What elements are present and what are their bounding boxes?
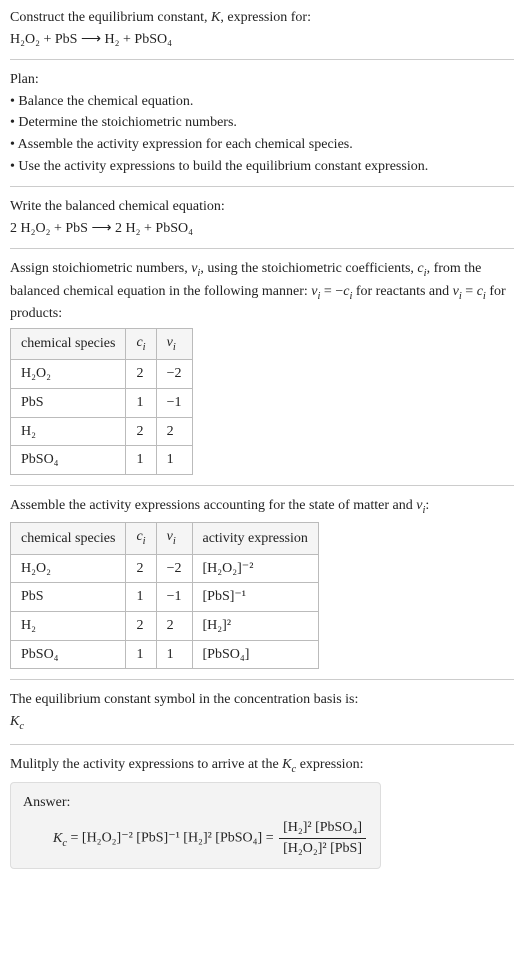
cell: [PbSO₄] xyxy=(192,640,318,669)
plan-item: • Use the activity expressions to build … xyxy=(10,157,514,177)
cell: [PbS]⁻¹ xyxy=(192,583,318,612)
cell: PbS xyxy=(11,583,126,612)
kc-symbol: Kc xyxy=(10,712,514,734)
activity-intro: Assemble the activity expressions accoun… xyxy=(10,496,514,518)
cell: −2 xyxy=(156,360,192,389)
cell: H₂ xyxy=(11,417,126,446)
answer-box: Answer: Kc = [H₂O₂]⁻² [PbS]⁻¹ [H₂]² [PbS… xyxy=(10,782,381,870)
divider xyxy=(10,186,514,187)
plan-heading: Plan: xyxy=(10,70,514,90)
table-header: chemical species xyxy=(11,328,126,359)
cell: PbS xyxy=(11,388,126,417)
plan-item: • Balance the chemical equation. xyxy=(10,92,514,112)
cell: H₂ xyxy=(11,611,126,640)
cell: 1 xyxy=(156,640,192,669)
table-row: PbS 1 −1 xyxy=(11,388,193,417)
cell: [H₂]² xyxy=(192,611,318,640)
table-header: chemical species xyxy=(11,523,126,554)
table-header: ci xyxy=(126,328,156,359)
table-header: νi xyxy=(156,523,192,554)
cell: 1 xyxy=(126,388,156,417)
cell: PbSO₄ xyxy=(11,640,126,669)
table-header: activity expression xyxy=(192,523,318,554)
cell: −2 xyxy=(156,554,192,583)
balanced-heading: Write the balanced chemical equation: xyxy=(10,197,514,217)
cell: 2 xyxy=(126,360,156,389)
divider xyxy=(10,679,514,680)
answer-denominator: [H₂O₂]² [PbS] xyxy=(279,839,366,859)
divider xyxy=(10,485,514,486)
answer-expression: Kc = [H₂O₂]⁻² [PbS]⁻¹ [H₂]² [PbSO₄] = [H… xyxy=(53,818,368,858)
table-row: H₂ 2 2 [H₂]² xyxy=(11,611,319,640)
intro-equation: H₂O₂ + PbS ⟶ H₂ + PbSO₄ xyxy=(10,30,514,50)
balanced-equation: 2 H₂O₂ + PbS ⟶ 2 H₂ + PbSO₄ xyxy=(10,219,514,239)
cell: 2 xyxy=(156,417,192,446)
cell: −1 xyxy=(156,583,192,612)
cell: PbSO₄ xyxy=(11,446,126,475)
cell: 1 xyxy=(126,640,156,669)
table-row: H₂O₂ 2 −2 xyxy=(11,360,193,389)
answer-numerator: [H₂]² [PbSO₄] xyxy=(279,818,366,839)
cell: 1 xyxy=(126,446,156,475)
cell: 2 xyxy=(156,611,192,640)
cell: 2 xyxy=(126,554,156,583)
divider xyxy=(10,59,514,60)
table-header: νi xyxy=(156,328,192,359)
plan-item: • Determine the stoichiometric numbers. xyxy=(10,113,514,133)
table-row: H₂O₂ 2 −2 [H₂O₂]⁻² xyxy=(11,554,319,583)
cell: 1 xyxy=(126,583,156,612)
cell: H₂O₂ xyxy=(11,554,126,583)
plan-item: • Assemble the activity expression for e… xyxy=(10,135,514,155)
table-row: H₂ 2 2 xyxy=(11,417,193,446)
divider xyxy=(10,248,514,249)
cell: H₂O₂ xyxy=(11,360,126,389)
multiply-line: Mulitply the activity expressions to arr… xyxy=(10,755,514,777)
intro-text: Construct the equilibrium constant, K, e… xyxy=(10,10,311,25)
answer-label: Answer: xyxy=(23,793,368,813)
intro-line: Construct the equilibrium constant, K, e… xyxy=(10,8,514,28)
cell: −1 xyxy=(156,388,192,417)
table-row: PbS 1 −1 [PbS]⁻¹ xyxy=(11,583,319,612)
cell: 1 xyxy=(156,446,192,475)
table-row: PbSO₄ 1 1 [PbSO₄] xyxy=(11,640,319,669)
cell: 2 xyxy=(126,417,156,446)
cell: 2 xyxy=(126,611,156,640)
activity-table: chemical species ci νi activity expressi… xyxy=(10,522,319,669)
divider xyxy=(10,744,514,745)
table-header: ci xyxy=(126,523,156,554)
stoich-intro: Assign stoichiometric numbers, νi, using… xyxy=(10,259,514,324)
cell: [H₂O₂]⁻² xyxy=(192,554,318,583)
table-row: PbSO₄ 1 1 xyxy=(11,446,193,475)
stoich-table: chemical species ci νi H₂O₂ 2 −2 PbS 1 −… xyxy=(10,328,193,475)
kc-symbol-line: The equilibrium constant symbol in the c… xyxy=(10,690,514,710)
